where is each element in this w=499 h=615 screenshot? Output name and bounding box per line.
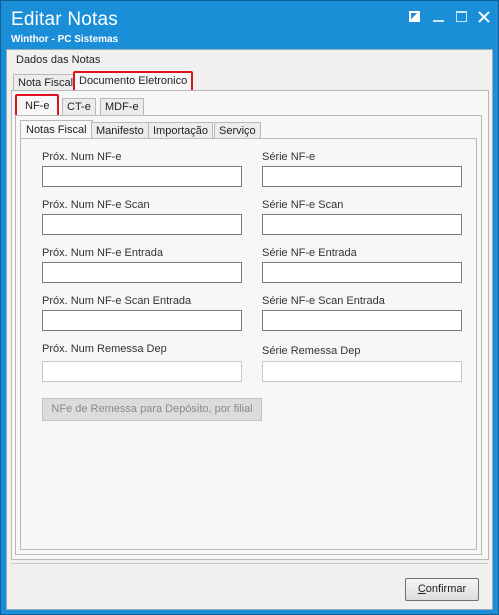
prox-num-remessa-dep-label: Próx. Num Remessa Dep [42, 343, 167, 355]
serie-remessa-dep-input [262, 361, 462, 382]
footer-divider [11, 563, 488, 564]
tab-mdf-e[interactable]: MDF-e [100, 98, 144, 116]
close-icon[interactable] [477, 10, 491, 24]
minimize-icon[interactable] [432, 10, 446, 24]
prox-num-nfe-entrada-input[interactable] [42, 262, 242, 283]
prox-num-nfe-scan-input[interactable] [42, 214, 242, 235]
serie-nfe-label: Série NF-e [262, 151, 316, 163]
title-bar[interactable]: Editar Notas Winthor - PC Sistemas [1, 1, 498, 49]
serie-nfe-scan-entrada-label: Série NF-e Scan Entrada [262, 295, 385, 307]
nfe-remessa-deposito-button: NFe de Remessa para Depósito, por filial [42, 398, 262, 421]
prox-num-nfe-input[interactable] [42, 166, 242, 187]
tab-documento-eletronico[interactable]: Documento Eletronico [73, 71, 194, 92]
tab-ct-e[interactable]: CT-e [62, 98, 96, 116]
editar-notas-window: Editar Notas Winthor - PC Sistemas Dados… [0, 0, 499, 615]
serie-nfe-scan-label: Série NF-e Scan [262, 199, 344, 211]
confirmar-accel: C [417, 583, 426, 595]
prox-num-nfe-entrada-label: Próx. Num NF-e Entrada [42, 247, 164, 259]
serie-nfe-input[interactable] [262, 166, 462, 187]
group-label: Dados das Notas [16, 54, 101, 66]
tab-notas-fiscal[interactable]: Notas Fiscal [20, 120, 93, 140]
window-subtitle: Winthor - PC Sistemas [11, 34, 119, 45]
confirmar-label: onfirmar [425, 583, 467, 595]
prox-num-nfe-label: Próx. Num NF-e [42, 151, 122, 163]
serie-nfe-entrada-input[interactable] [262, 262, 462, 283]
confirmar-button[interactable]: Confirmar [405, 578, 479, 601]
maximize-icon[interactable] [455, 10, 469, 24]
prox-num-nfe-scan-entrada-input[interactable] [42, 310, 242, 331]
prox-num-nfe-scan-entrada-label: Próx. Num NF-e Scan Entrada [42, 295, 192, 307]
prox-num-remessa-dep-input [42, 361, 242, 382]
dados-das-notas-panel: Dados das Notas Nota Fiscal Documento El… [6, 49, 493, 610]
serie-nfe-scan-entrada-input[interactable] [262, 310, 462, 331]
edit-restore-icon[interactable] [408, 10, 422, 24]
prox-num-nfe-scan-label: Próx. Num NF-e Scan [42, 199, 150, 211]
serie-nfe-scan-input[interactable] [262, 214, 462, 235]
serie-remessa-dep-label: Série Remessa Dep [262, 345, 361, 357]
serie-nfe-entrada-label: Série NF-e Entrada [262, 247, 357, 259]
window-title: Editar Notas [11, 9, 118, 30]
